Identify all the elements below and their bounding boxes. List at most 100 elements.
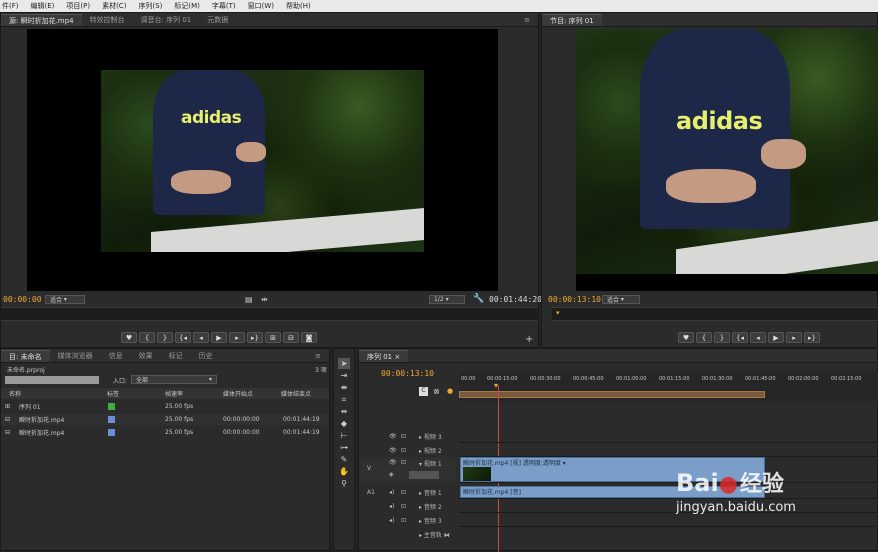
- work-area-bar[interactable]: [459, 391, 765, 398]
- timeline-timecode[interactable]: 00:00:13:10: [381, 369, 434, 378]
- razor-tool-icon[interactable]: ◆: [338, 418, 350, 429]
- mark-in-icon-program[interactable]: {: [696, 332, 712, 343]
- keyframe-icon[interactable]: ◈: [389, 471, 394, 478]
- time-ruler[interactable]: 00:00 00:00:15:00 00:00:30:00 00:00:45:0…: [459, 371, 878, 401]
- eye-icon[interactable]: 👁: [389, 459, 397, 466]
- tab-media-browser[interactable]: 媒体浏览器: [50, 350, 101, 362]
- tab-history[interactable]: 历史: [191, 350, 221, 362]
- header-media-end[interactable]: 媒体结束点: [281, 389, 311, 398]
- row-label-swatch[interactable]: [108, 403, 115, 410]
- go-to-out-icon[interactable]: ▸}: [247, 332, 263, 343]
- table-row[interactable]: ⊞ 序列 01 25.00 fps: [1, 401, 329, 412]
- header-media-start[interactable]: 媒体开始点: [223, 389, 253, 398]
- overwrite-icon[interactable]: ⊟: [283, 332, 299, 343]
- lane-audio-2[interactable]: [459, 499, 878, 513]
- menu-edit[interactable]: 编辑(E): [31, 1, 55, 11]
- rate-stretch-tool-icon[interactable]: ⇹: [338, 406, 350, 417]
- lock-icon[interactable]: ⊡: [401, 489, 406, 496]
- tab-sequence-01[interactable]: 序列 01 ×: [359, 350, 409, 362]
- lock-icon[interactable]: ⊡: [401, 433, 406, 440]
- speaker-icon[interactable]: ◂): [389, 503, 394, 510]
- project-search-input[interactable]: [5, 376, 99, 384]
- track-header-video-2[interactable]: 👁 ⊡ ▸ 视频 2: [359, 443, 456, 457]
- tab-effects[interactable]: 效果: [131, 350, 161, 362]
- lane-video-2[interactable]: [459, 443, 878, 457]
- selection-tool-icon[interactable]: ➤: [338, 358, 350, 369]
- marker-icon-program[interactable]: ♥: [678, 332, 694, 343]
- tab-program[interactable]: 节目: 序列 01: [542, 14, 602, 26]
- lane-video-3[interactable]: [459, 429, 878, 443]
- menu-clip[interactable]: 素材(C): [102, 1, 126, 11]
- tab-audio-mixer[interactable]: 调音台: 序列 01: [133, 14, 200, 26]
- lane-audio-3[interactable]: [459, 513, 878, 527]
- zoom-tool-icon[interactable]: ⚲: [338, 478, 350, 489]
- header-label[interactable]: 标签: [107, 389, 119, 398]
- slide-tool-icon[interactable]: ⊶: [338, 442, 350, 453]
- menu-sequence[interactable]: 序列(S): [138, 1, 162, 11]
- table-row[interactable]: ⊟ 瞬时折加花.mp4 25.00 fps 00:00:00:00 00:01:…: [1, 427, 329, 438]
- speaker-icon[interactable]: ◂): [389, 517, 394, 524]
- target-track-a1[interactable]: A1: [367, 489, 375, 496]
- slip-tool-icon[interactable]: ⊢: [338, 430, 350, 441]
- source-video-area[interactable]: adidas: [27, 29, 498, 291]
- lock-icon[interactable]: ⊡: [401, 459, 406, 466]
- go-to-out-icon-program[interactable]: ▸}: [804, 332, 820, 343]
- mark-in-icon[interactable]: {: [139, 332, 155, 343]
- play-icon[interactable]: ▶: [211, 332, 227, 343]
- eye-icon[interactable]: 👁: [389, 447, 397, 454]
- track-header-audio-3[interactable]: ◂) ⊡ ▸ 音频 3: [359, 513, 456, 527]
- speaker-icon[interactable]: ◂): [389, 489, 394, 496]
- program-timecode-current[interactable]: 00:00:13:10: [548, 295, 601, 304]
- go-to-in-icon-program[interactable]: {◂: [732, 332, 748, 343]
- row-label-swatch[interactable]: [108, 429, 115, 436]
- panel-menu-icon[interactable]: ≡: [516, 14, 538, 26]
- lock-icon[interactable]: ⊡: [401, 447, 406, 454]
- menu-file[interactable]: 件(F): [2, 1, 19, 11]
- mark-out-icon[interactable]: }: [157, 332, 173, 343]
- source-zoom-dropdown[interactable]: 适合 ▾: [45, 295, 85, 304]
- lock-icon[interactable]: ⊡: [401, 517, 406, 524]
- header-name[interactable]: 名称: [9, 389, 21, 398]
- pen-tool-icon[interactable]: ✎: [338, 454, 350, 465]
- tab-project[interactable]: 目: 未命名: [1, 350, 50, 362]
- track-header-video-1[interactable]: V 👁 ⊡ ▾ 视频 1 ◈: [359, 457, 456, 483]
- menu-help[interactable]: 帮助(H): [286, 1, 311, 11]
- table-row[interactable]: ⊟ 瞬时折加花.mp4 25.00 fps 00:00:00:00 00:01:…: [1, 414, 329, 425]
- menu-marker[interactable]: 标记(M): [174, 1, 200, 11]
- step-forward-icon-program[interactable]: ▸: [786, 332, 802, 343]
- ripple-edit-tool-icon[interactable]: ⇼: [338, 382, 350, 393]
- tab-info[interactable]: 信息: [101, 350, 131, 362]
- rolling-edit-tool-icon[interactable]: ⌗: [338, 394, 350, 405]
- eye-icon[interactable]: 👁: [389, 433, 397, 440]
- step-back-icon-program[interactable]: ◂: [750, 332, 766, 343]
- track-header-audio-2[interactable]: ◂) ⊡ ▸ 音频 2: [359, 499, 456, 513]
- tab-metadata[interactable]: 元数据: [199, 14, 236, 26]
- track-select-tool-icon[interactable]: ⇥: [338, 370, 350, 381]
- track-header-video-3[interactable]: 👁 ⊡ ▸ 视频 3: [359, 429, 456, 443]
- track-header-master[interactable]: ▸ 主音轨 ⧓: [359, 527, 456, 541]
- header-fps[interactable]: 帧速率: [165, 389, 183, 398]
- export-frame-icon[interactable]: ◙: [301, 332, 317, 343]
- play-icon-program[interactable]: ▶: [768, 332, 784, 343]
- tab-source[interactable]: 源: 瞬时折加花.mp4: [1, 14, 82, 26]
- go-to-in-icon[interactable]: {◂: [175, 332, 191, 343]
- lock-icon[interactable]: ⊡: [401, 503, 406, 510]
- program-zoom-dropdown[interactable]: 适合 ▾: [602, 295, 640, 304]
- step-back-icon[interactable]: ◂: [193, 332, 209, 343]
- menu-project[interactable]: 项目(P): [66, 1, 90, 11]
- program-video-area[interactable]: adidas: [576, 29, 878, 291]
- program-scrub-bar[interactable]: ▾: [552, 307, 878, 321]
- source-settings-icon[interactable]: ▤: [245, 295, 253, 304]
- mark-out-icon-program[interactable]: }: [714, 332, 730, 343]
- hand-tool-icon[interactable]: ✋: [338, 466, 350, 477]
- source-timecode-current[interactable]: 00:00:00: [3, 295, 42, 304]
- source-resolution-dropdown[interactable]: 1/2 ▾: [429, 295, 465, 304]
- row-label-swatch[interactable]: [108, 416, 115, 423]
- insert-icon[interactable]: ⊞: [265, 332, 281, 343]
- linked-selection-icon[interactable]: ⊗: [433, 387, 440, 396]
- inpoint-dropdown[interactable]: 全部 ▾: [131, 375, 217, 384]
- add-marker-icon[interactable]: ●: [447, 387, 453, 395]
- program-playhead-icon[interactable]: ▾: [556, 309, 560, 317]
- source-trim-icon[interactable]: ⇹: [261, 295, 268, 304]
- project-panel-menu-icon[interactable]: ≡: [307, 350, 329, 362]
